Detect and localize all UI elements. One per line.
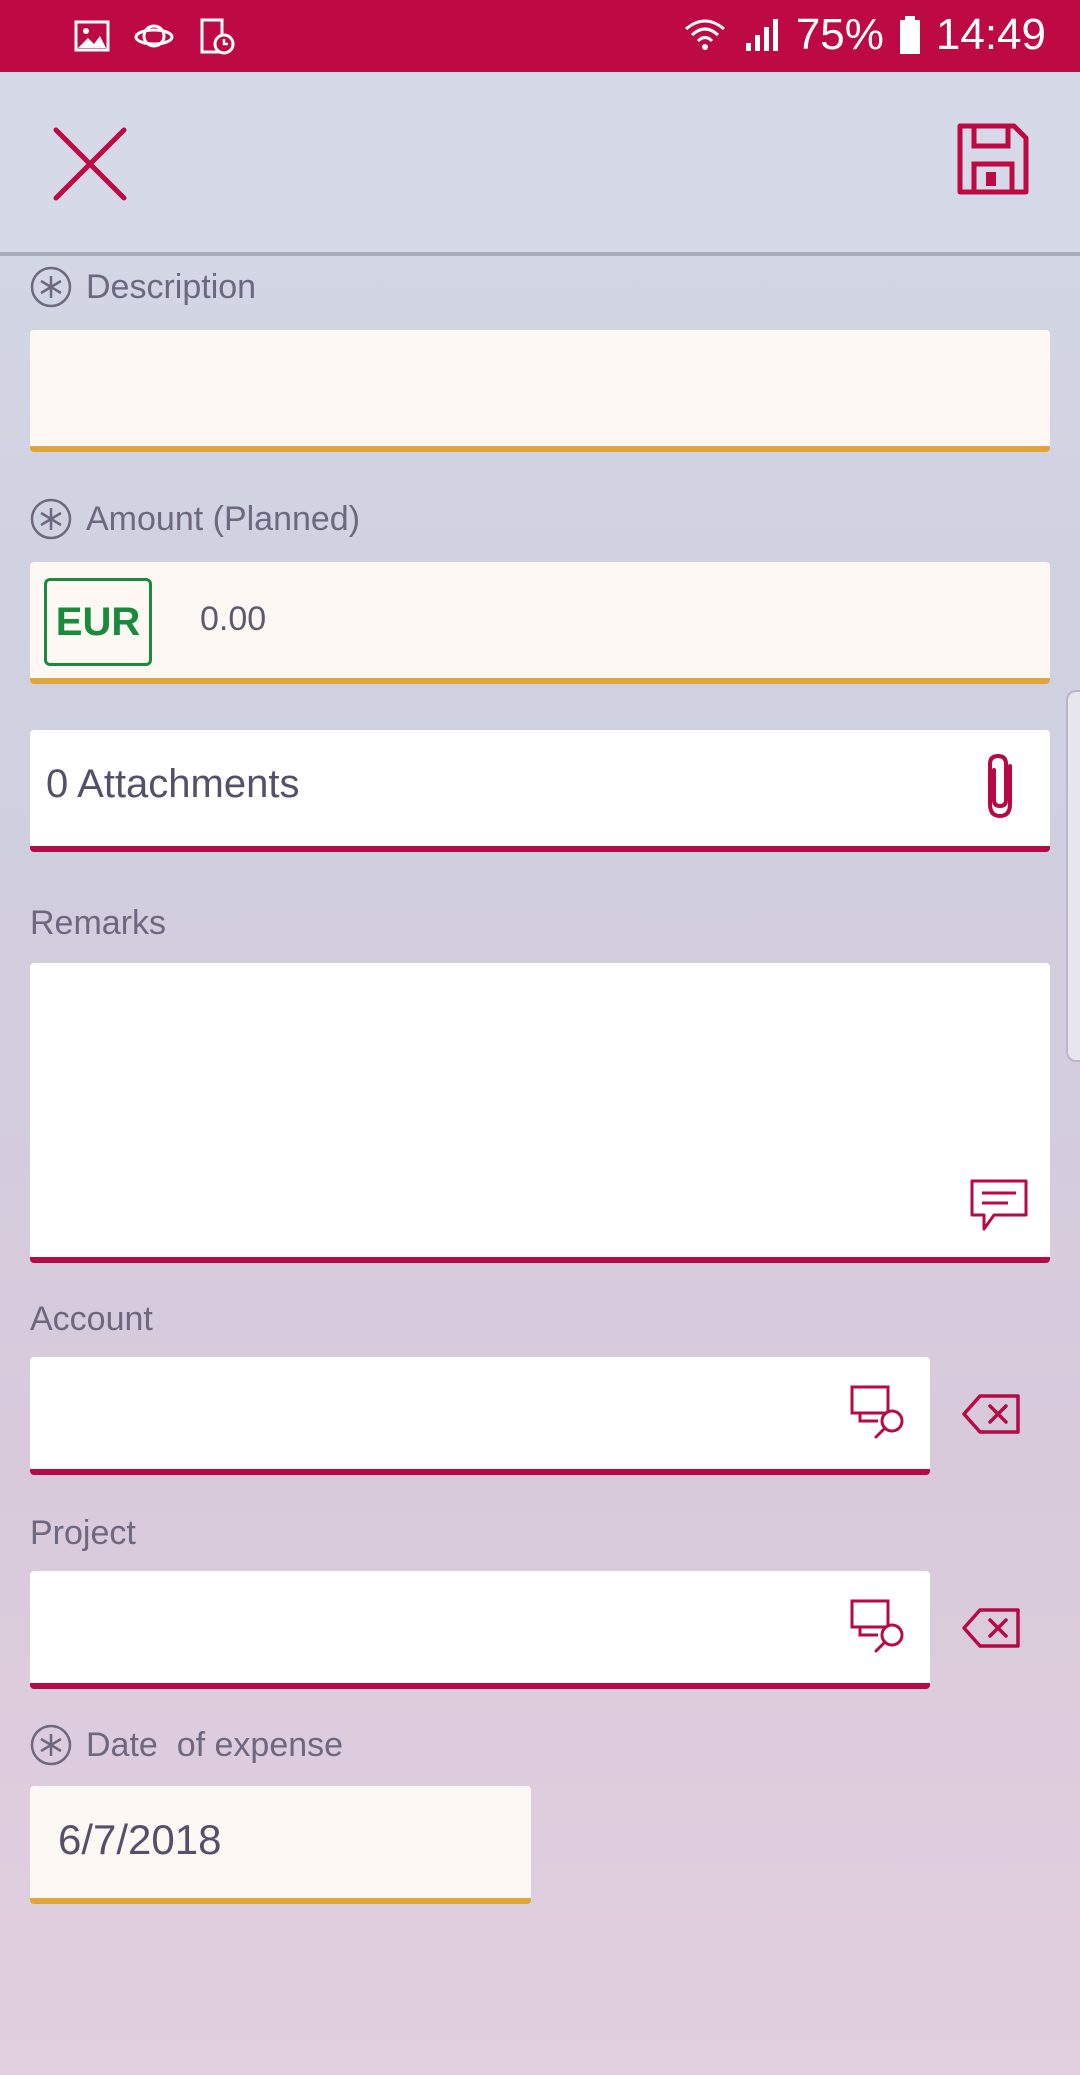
remarks-label-row: Remarks [30, 904, 166, 943]
required-icon [30, 1724, 72, 1766]
attachments-count: 0 Attachments [46, 762, 300, 806]
date-input[interactable]: 6/7/2018 [30, 1786, 531, 1904]
date-label-row: Date of expense [30, 1724, 343, 1766]
description-input[interactable] [30, 330, 1050, 452]
date-label: Date of expense [86, 1725, 344, 1764]
required-icon [30, 266, 72, 308]
currency-button[interactable]: EUR [44, 578, 152, 666]
required-icon [30, 498, 72, 540]
battery-percent: 75% [795, 10, 884, 59]
scrollbar[interactable] [1066, 690, 1080, 1062]
remarks-label: Remarks [30, 904, 167, 942]
account-input[interactable] [30, 1357, 930, 1475]
account-label: Account [30, 1300, 153, 1338]
close-icon[interactable] [42, 116, 138, 212]
lookup-icon[interactable] [848, 1597, 908, 1655]
attachments-field[interactable]: 0 Attachments [30, 730, 1050, 852]
description-label: Description [86, 267, 257, 306]
save-icon[interactable] [956, 122, 1030, 196]
project-label: Project [30, 1514, 136, 1552]
account-label-row: Account [30, 1300, 153, 1339]
amount-field[interactable]: EUR 0.00 [30, 562, 1050, 684]
battery-icon [899, 16, 920, 54]
planet-icon [134, 24, 174, 48]
comment-icon [970, 1179, 1028, 1231]
signal-icon [745, 19, 778, 51]
project-clear-icon[interactable] [960, 1606, 1022, 1650]
schedule-icon [200, 18, 235, 55]
top-toolbar [0, 72, 1080, 256]
gallery-icon [74, 20, 110, 52]
status-bar: 75% 14:49 [0, 0, 1080, 72]
clock: 14:49 [935, 10, 1046, 59]
lookup-icon[interactable] [848, 1383, 908, 1441]
amount-label-row: Amount (Planned) [30, 498, 360, 540]
amount-value[interactable]: 0.00 [200, 600, 266, 639]
account-clear-icon[interactable] [960, 1392, 1022, 1436]
amount-label: Amount (Planned) [86, 499, 361, 538]
date-value: 6/7/2018 [58, 1816, 222, 1863]
wifi-icon [684, 19, 725, 50]
project-input[interactable] [30, 1571, 930, 1689]
remarks-textarea[interactable] [30, 963, 1050, 1263]
description-label-row: Description [30, 266, 256, 308]
paperclip-icon[interactable] [980, 752, 1024, 822]
project-label-row: Project [30, 1514, 136, 1553]
